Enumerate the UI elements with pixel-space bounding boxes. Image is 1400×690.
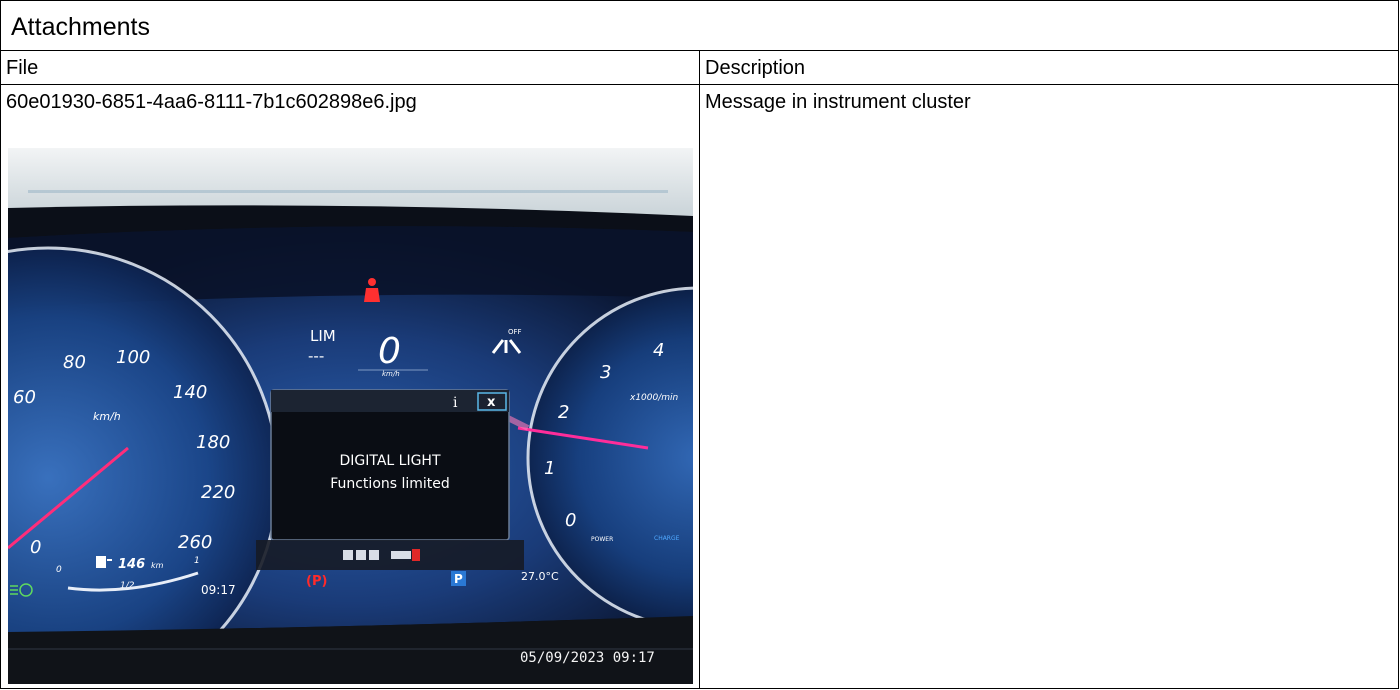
file-name-link[interactable]: 60e01930-6851-4aa6-8111-7b1c602898e6.jpg [6, 91, 417, 113]
fuel-scale-zero: 0 [56, 565, 62, 575]
message-popup: i x DIGITAL LIGHT Functions limited [270, 389, 510, 541]
fuel-scale-full: 1 [194, 556, 200, 566]
table-header-row: File Description [1, 51, 1398, 85]
speed-tick-180: 180 [196, 432, 230, 453]
speed-tick-60: 60 [13, 387, 36, 408]
speed-tick-220: 220 [201, 482, 235, 503]
column-header-description: Description [705, 57, 806, 79]
speed-tick-80: 80 [63, 352, 86, 373]
panel-title: Attachments [1, 1, 1398, 51]
rpm-tick-0: 0 [565, 510, 576, 531]
limiter-value: --- [308, 347, 324, 365]
outside-temperature: 27.0°C [521, 570, 559, 583]
speed-tick-0: 0 [30, 537, 41, 558]
attachment-image[interactable]: 60 80 100 140 180 220 260 0 km/h 3 4 2 1… [8, 148, 693, 684]
speed-tick-140: 140 [173, 382, 207, 403]
power-label: POWER [591, 536, 613, 543]
rpm-tick-2: 2 [558, 402, 569, 423]
range-unit: km [151, 561, 164, 570]
charge-label: CHARGE [654, 535, 680, 542]
message-body: Functions limited [330, 476, 450, 492]
instrument-cluster-photo: 60 80 100 140 180 220 260 0 km/h 3 4 2 1… [8, 148, 693, 684]
svg-text:x: x [487, 395, 496, 410]
rpm-unit: x1000/min [629, 393, 679, 403]
digital-speed-unit: km/h [382, 370, 400, 378]
rpm-tick-4: 4 [653, 340, 664, 361]
speed-tick-100: 100 [116, 347, 150, 368]
rpm-tick-1: 1 [544, 458, 555, 479]
range-value: 146 [118, 557, 145, 572]
clock-time: 09:17 [201, 583, 236, 597]
limiter-label: LIM [310, 327, 336, 345]
rpm-tick-3: 3 [600, 362, 611, 383]
message-title: DIGITAL LIGHT [339, 453, 440, 469]
description-cell: Message in instrument cluster [705, 91, 971, 113]
speed-tick-260: 260 [178, 532, 212, 553]
svg-text:P: P [454, 572, 463, 586]
digital-speed: 0 [378, 331, 401, 372]
info-icon: i [453, 395, 458, 411]
column-header-file: File [1, 51, 700, 84]
parking-brake-icon: (P) [306, 574, 327, 589]
photo-timestamp: 05/09/2023 09:17 [520, 650, 655, 666]
svg-text:OFF: OFF [508, 328, 522, 336]
speed-gauge-unit: km/h [93, 410, 121, 423]
